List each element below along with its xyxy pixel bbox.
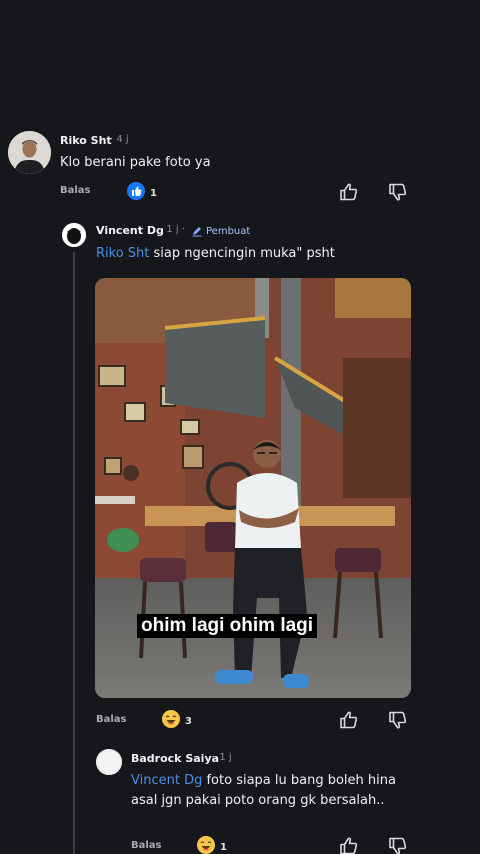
thumbs-up-icon[interactable]: [339, 710, 359, 730]
comment-timestamp: · 1 j: [213, 752, 232, 763]
comment-image[interactable]: ohim lagi ohim lagi: [95, 278, 411, 698]
avatar[interactable]: [8, 131, 51, 174]
pencil-icon: [191, 222, 203, 241]
mention-link[interactable]: Riko Sht: [96, 246, 149, 261]
reaction-summary[interactable]: 1: [197, 836, 227, 854]
comment-timestamp: · 1 j ·: [160, 224, 186, 235]
image-caption: ohim lagi ohim lagi: [137, 614, 318, 638]
reaction-summary[interactable]: 3: [162, 710, 192, 732]
comment-text-line: Riko Sht siap ngencingin muka" psht: [96, 244, 335, 264]
reaction-summary[interactable]: 1: [127, 182, 157, 204]
avatar[interactable]: [96, 749, 122, 775]
reaction-count: 1: [220, 841, 227, 853]
reaction-count: 3: [185, 715, 192, 727]
creator-label: Pembuat: [206, 226, 251, 237]
laughing-emoji-icon: [197, 836, 215, 854]
reply-button[interactable]: Balas: [60, 185, 91, 196]
avatar[interactable]: [62, 223, 86, 247]
comment-author[interactable]: Badrock Saiya: [131, 752, 219, 765]
creator-badge: Pembuat: [191, 222, 250, 241]
thumbs-up-icon[interactable]: [339, 182, 359, 202]
comment-author[interactable]: Riko Sht: [60, 134, 112, 147]
reply-button[interactable]: Balas: [96, 714, 127, 725]
thumbs-down-icon[interactable]: [388, 182, 408, 202]
thumbs-down-icon[interactable]: [388, 710, 408, 730]
thumbs-down-icon[interactable]: [388, 836, 408, 854]
comment-text: siap ngencingin muka" psht: [153, 246, 335, 261]
comment-author[interactable]: Vincent Dg: [96, 224, 164, 237]
reply-button[interactable]: Balas: [131, 840, 162, 851]
comment-timestamp: · 4 j: [110, 134, 129, 145]
laughing-emoji-icon: [162, 710, 180, 732]
comment-text: Klo berani pake foto ya: [60, 155, 211, 170]
reaction-count: 1: [150, 187, 157, 199]
blue-like-reaction-icon: [127, 182, 145, 204]
thread-line: [73, 252, 75, 854]
mention-link[interactable]: Vincent Dg: [131, 773, 202, 788]
comment-text-block: Vincent Dg foto siapa lu bang boleh hina…: [131, 771, 406, 811]
thumbs-up-icon[interactable]: [339, 836, 359, 854]
